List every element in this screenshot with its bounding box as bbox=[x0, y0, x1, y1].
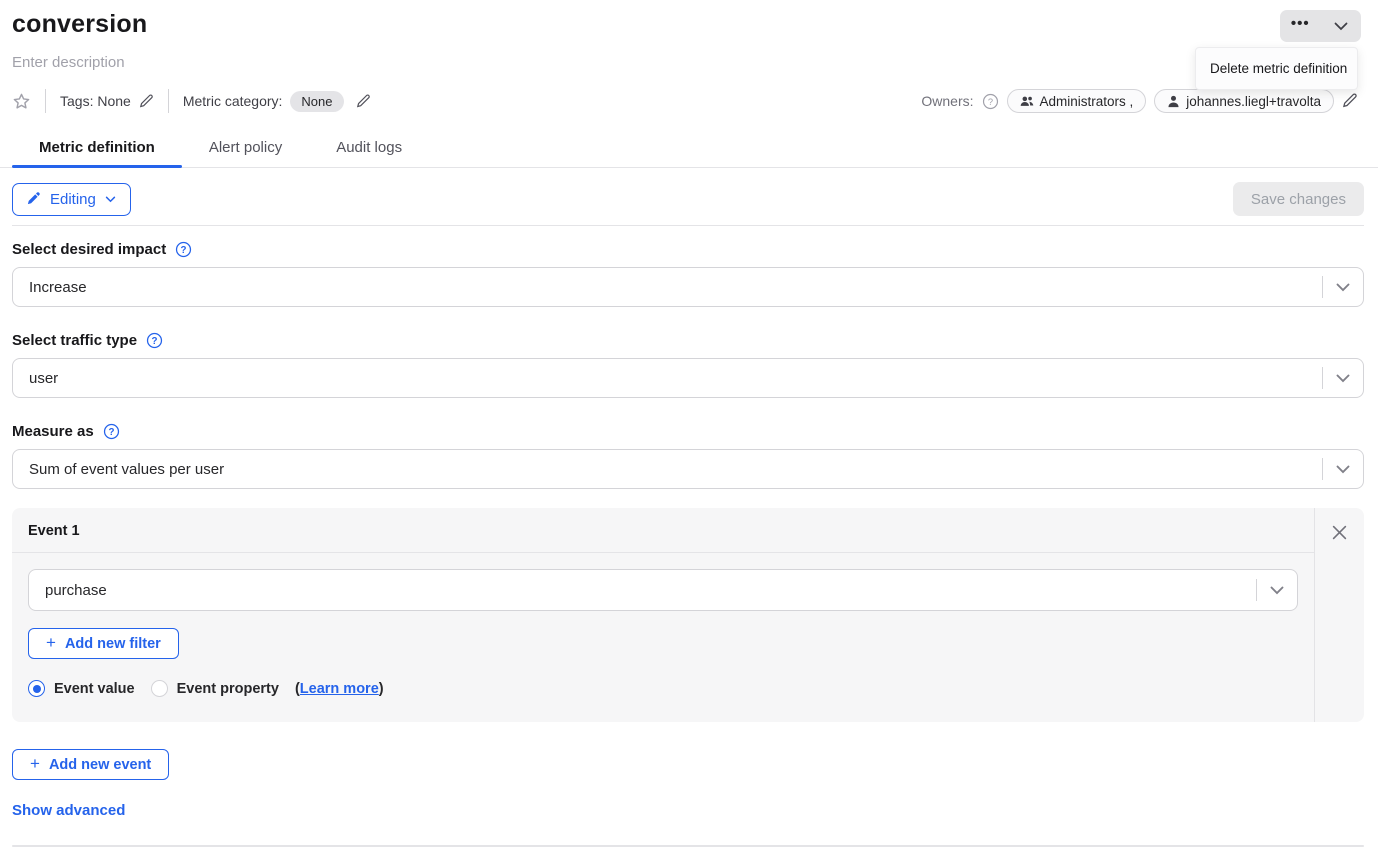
radio-event-value[interactable] bbox=[28, 680, 45, 697]
meta-left: Tags: None Metric category: None bbox=[12, 89, 371, 113]
tab-audit-logs[interactable]: Audit logs bbox=[309, 139, 429, 167]
form-group-traffic: Select traffic type ? user bbox=[12, 332, 1364, 398]
event-card-body: purchase + Add new filter Event value Ev… bbox=[12, 553, 1314, 713]
plus-icon: + bbox=[46, 634, 56, 653]
divider bbox=[45, 89, 46, 113]
impact-select-value: Increase bbox=[13, 279, 1322, 296]
tags-item: Tags: None bbox=[60, 93, 154, 109]
divider bbox=[12, 225, 1364, 226]
chevron-down-icon bbox=[1323, 465, 1363, 474]
editing-label: Editing bbox=[50, 191, 96, 208]
owner-name: johannes.liegl+travolta bbox=[1186, 94, 1321, 109]
learn-more-wrap: (Learn more) bbox=[295, 681, 384, 697]
help-icon[interactable]: ? bbox=[146, 332, 163, 349]
more-actions-ellipsis-button[interactable]: ••• bbox=[1280, 10, 1321, 42]
svg-text:?: ? bbox=[152, 336, 158, 347]
measure-label-row: Measure as ? bbox=[12, 423, 1364, 440]
learn-more-link[interactable]: Learn more bbox=[300, 681, 379, 697]
svg-text:?: ? bbox=[181, 245, 187, 256]
remove-event-close-icon[interactable] bbox=[1329, 521, 1351, 543]
traffic-label-row: Select traffic type ? bbox=[12, 332, 1364, 349]
impact-label-row: Select desired impact ? bbox=[12, 241, 1364, 258]
user-icon bbox=[1167, 95, 1180, 108]
save-changes-button[interactable]: Save changes bbox=[1233, 182, 1364, 216]
owner-badge-group[interactable]: Administrators , bbox=[1007, 89, 1147, 113]
event-select[interactable]: purchase bbox=[28, 569, 1298, 611]
chevron-down-icon bbox=[1323, 374, 1363, 383]
edit-category-pencil-icon[interactable] bbox=[356, 94, 371, 109]
owner-badge-user[interactable]: johannes.liegl+travolta bbox=[1154, 89, 1334, 113]
chevron-down-icon bbox=[1323, 283, 1363, 292]
metric-category-badge: None bbox=[290, 91, 343, 112]
measure-label: Measure as bbox=[12, 423, 94, 440]
form-group-measure: Measure as ? Sum of event values per use… bbox=[12, 423, 1364, 489]
event-card-side bbox=[1314, 508, 1364, 722]
metric-category-label: Metric category: bbox=[183, 93, 283, 109]
help-icon[interactable]: ? bbox=[103, 423, 120, 440]
help-icon[interactable]: ? bbox=[175, 241, 192, 258]
toolbar: Editing Save changes bbox=[12, 182, 1364, 216]
owner-name: Administrators , bbox=[1040, 94, 1134, 109]
group-icon bbox=[1020, 95, 1034, 108]
tags-label: Tags: None bbox=[60, 93, 131, 109]
form-group-impact: Select desired impact ? Increase bbox=[12, 241, 1364, 307]
divider bbox=[12, 845, 1364, 847]
add-filter-label: Add new filter bbox=[65, 636, 161, 652]
meta-row: Tags: None Metric category: None bbox=[12, 88, 1364, 114]
chevron-down-icon bbox=[105, 196, 116, 203]
add-new-event-button[interactable]: + Add new event bbox=[12, 749, 169, 780]
event-select-value: purchase bbox=[29, 582, 1256, 599]
metric-definition-page: conversion Enter description Tags: None … bbox=[0, 0, 1378, 851]
edit-tags-pencil-icon[interactable] bbox=[139, 94, 154, 109]
more-actions-split-button: ••• bbox=[1280, 10, 1361, 42]
add-new-filter-button[interactable]: + Add new filter bbox=[28, 628, 179, 659]
radio-event-property-label[interactable]: Event property bbox=[177, 681, 279, 697]
chevron-down-icon bbox=[1334, 22, 1348, 31]
owners-label: Owners: bbox=[921, 93, 973, 109]
svg-text:?: ? bbox=[987, 96, 992, 106]
measure-select-value: Sum of event values per user bbox=[13, 461, 1322, 478]
traffic-label: Select traffic type bbox=[12, 332, 137, 349]
event-card-main: Event 1 purchase + Add new filter Event … bbox=[12, 508, 1314, 722]
owners-help-icon[interactable]: ? bbox=[982, 93, 999, 110]
tab-alert-policy[interactable]: Alert policy bbox=[182, 139, 309, 167]
tab-bar: Metric definition Alert policy Audit log… bbox=[0, 139, 1378, 168]
description-placeholder[interactable]: Enter description bbox=[12, 54, 1364, 71]
traffic-select[interactable]: user bbox=[12, 358, 1364, 398]
page-title: conversion bbox=[12, 10, 1364, 39]
owners-row: Owners: ? Administrators , johannes.lieg… bbox=[921, 89, 1358, 113]
measure-by-radio-group: Event value Event property (Learn more) bbox=[28, 680, 1298, 697]
actions-chevron-down-button[interactable] bbox=[1321, 10, 1362, 42]
favorite-star-icon[interactable] bbox=[12, 92, 31, 111]
metric-category-item: Metric category: None bbox=[183, 91, 371, 112]
svg-text:?: ? bbox=[108, 427, 114, 438]
paren-close: ) bbox=[379, 681, 384, 697]
show-advanced-link[interactable]: Show advanced bbox=[12, 802, 125, 819]
measure-select[interactable]: Sum of event values per user bbox=[12, 449, 1364, 489]
tab-metric-definition[interactable]: Metric definition bbox=[12, 139, 182, 167]
plus-icon: + bbox=[30, 755, 40, 774]
radio-event-value-label[interactable]: Event value bbox=[54, 681, 135, 697]
event-card-title: Event 1 bbox=[12, 508, 1314, 552]
actions-dropdown-menu: Delete metric definition bbox=[1195, 47, 1358, 90]
radio-event-property[interactable] bbox=[151, 680, 168, 697]
menu-item-delete-metric-definition[interactable]: Delete metric definition bbox=[1196, 57, 1357, 80]
add-event-label: Add new event bbox=[49, 757, 151, 773]
pencil-icon bbox=[27, 192, 41, 206]
edit-owners-pencil-icon[interactable] bbox=[1342, 93, 1358, 109]
impact-label: Select desired impact bbox=[12, 241, 166, 258]
divider bbox=[168, 89, 169, 113]
traffic-select-value: user bbox=[13, 370, 1322, 387]
event-card: Event 1 purchase + Add new filter Event … bbox=[12, 508, 1364, 722]
editing-mode-button[interactable]: Editing bbox=[12, 183, 131, 216]
impact-select[interactable]: Increase bbox=[12, 267, 1364, 307]
chevron-down-icon bbox=[1257, 586, 1297, 595]
